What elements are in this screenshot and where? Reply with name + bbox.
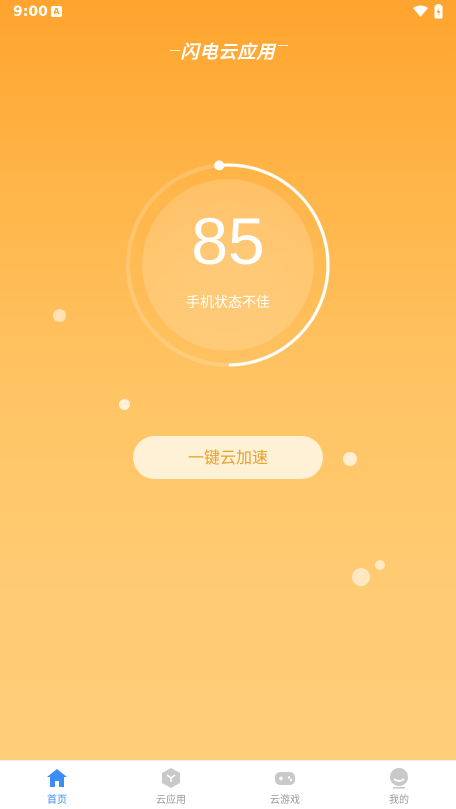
notification-icon: A xyxy=(51,6,62,17)
decorative-bubble xyxy=(53,309,66,322)
tab-label: 云应用 xyxy=(156,795,186,806)
user-icon xyxy=(390,768,408,789)
score-gauge: 85 手机状态不佳 xyxy=(118,155,338,375)
tab-cloud-games[interactable]: 云游戏 xyxy=(228,761,342,809)
cube-icon xyxy=(162,768,180,788)
title-decoration xyxy=(278,45,288,46)
status-time: 9:00 xyxy=(13,4,48,20)
status-bar: 9:00 A xyxy=(0,0,456,24)
decorative-bubble xyxy=(375,560,385,570)
decorative-bubble xyxy=(352,568,370,586)
tab-home[interactable]: 首页 xyxy=(0,761,114,809)
bottom-tab-bar: 首页 云应用 云游戏 我的 xyxy=(0,760,456,809)
tab-label: 我的 xyxy=(389,795,409,806)
tab-label: 云游戏 xyxy=(270,795,300,806)
gauge-indicator-dot xyxy=(214,160,225,171)
tab-profile[interactable]: 我的 xyxy=(342,761,456,809)
tab-label: 首页 xyxy=(47,795,67,806)
decorative-bubble xyxy=(343,452,357,466)
score-value: 85 xyxy=(191,204,265,278)
phone-status-text: 手机状态不佳 xyxy=(186,295,270,311)
one-tap-accelerate-button[interactable]: 一键云加速 xyxy=(133,436,323,479)
tab-cloud-apps[interactable]: 云应用 xyxy=(114,761,228,809)
battery-icon xyxy=(434,4,443,19)
decorative-bubble xyxy=(119,399,130,410)
app-title: 闪电云应用 xyxy=(180,42,276,63)
wifi-icon xyxy=(413,5,428,17)
home-icon xyxy=(47,769,67,787)
gamepad-icon xyxy=(275,772,295,785)
